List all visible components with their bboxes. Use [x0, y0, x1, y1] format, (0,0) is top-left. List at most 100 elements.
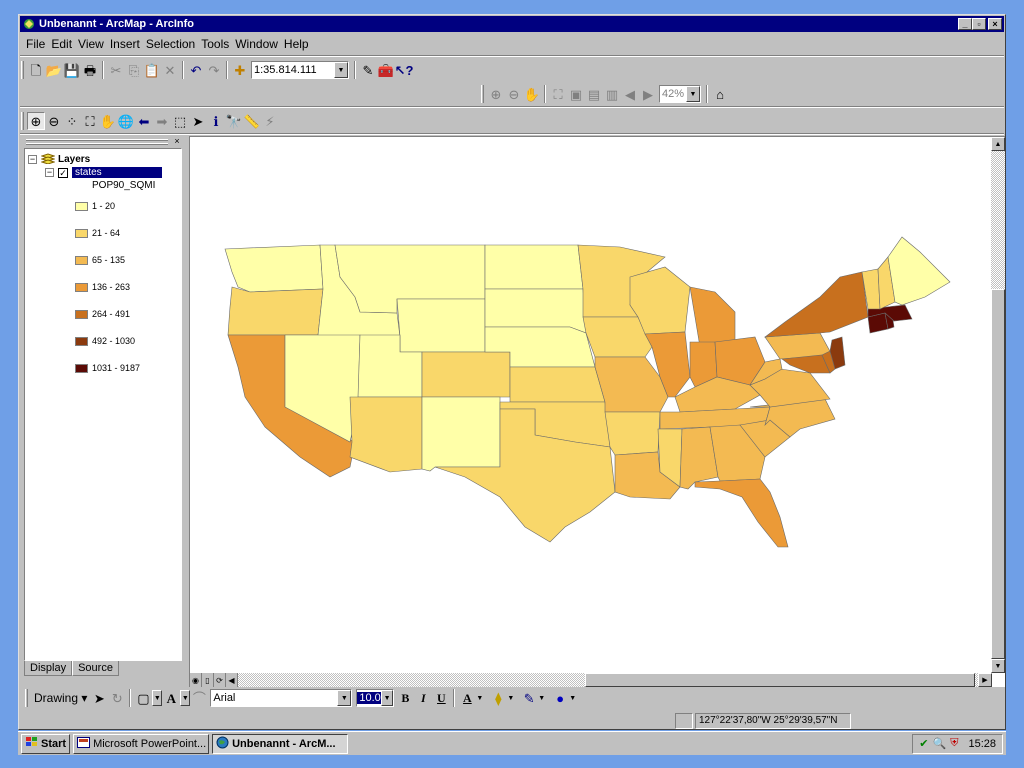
toggle-draft-mode-icon[interactable]: ⌂ — [711, 85, 729, 103]
full-extent-icon[interactable]: 🌐 — [117, 112, 135, 130]
collapse-icon[interactable]: − — [45, 168, 54, 177]
toc-grip[interactable] — [26, 143, 168, 145]
toolbar-grip[interactable] — [481, 85, 484, 103]
vertical-scrollbar[interactable]: ▲ ▼ — [991, 137, 1005, 673]
undo-icon[interactable]: ↶ — [187, 61, 205, 79]
state-kansas[interactable] — [509, 366, 606, 403]
copy-icon[interactable]: ⎘ — [125, 61, 143, 79]
chevron-down-icon[interactable]: ▼ — [538, 695, 545, 702]
title-bar[interactable]: Unbenannt - ArcMap - ArcInfo _ ▫ × — [20, 16, 1004, 32]
menu-edit[interactable]: Edit — [48, 37, 75, 51]
states-layer-row[interactable]: − ✓ states — [45, 166, 162, 179]
chevron-down-icon[interactable]: ▼ — [180, 690, 191, 706]
close-button[interactable]: × — [988, 18, 1002, 30]
states-layer-label[interactable]: states — [72, 167, 162, 178]
collapse-icon[interactable]: − — [28, 155, 37, 164]
delete-icon[interactable]: ✕ — [161, 61, 179, 79]
state-arkansas[interactable] — [604, 411, 661, 456]
state-new-mexico[interactable] — [421, 396, 501, 472]
find-icon[interactable]: 🔭 — [225, 112, 243, 130]
bold-button[interactable]: B — [396, 689, 414, 707]
marker-color-icon[interactable]: ● — [551, 689, 569, 707]
chevron-down-icon[interactable]: ▼ — [686, 86, 700, 102]
edit-vertices-icon[interactable]: ⌒ — [190, 689, 208, 707]
minimize-button[interactable]: _ — [958, 18, 972, 30]
tab-display[interactable]: Display — [24, 661, 73, 676]
chevron-down-icon[interactable]: ▼ — [476, 695, 483, 702]
menu-view[interactable]: View — [75, 37, 107, 51]
paste-icon[interactable]: 📋 — [143, 61, 161, 79]
legend-class-row[interactable]: 136 - 263 — [75, 282, 130, 292]
select-elements-icon[interactable]: ➤ — [90, 689, 108, 707]
state-michigan[interactable] — [689, 286, 736, 348]
line-color-icon[interactable]: ✎ — [520, 689, 538, 707]
legend-swatch[interactable] — [75, 336, 88, 346]
next-extent-icon[interactable]: ▶ — [639, 85, 657, 103]
tray-network-icon[interactable]: ✔ — [919, 737, 928, 750]
menu-help[interactable]: Help — [281, 37, 312, 51]
previous-extent-icon[interactable]: ◀ — [621, 85, 639, 103]
horizontal-scroll-thumb[interactable] — [585, 673, 975, 687]
fixed-zoom-out-icon[interactable]: ⛶ — [81, 112, 99, 130]
data-view-icon[interactable]: ◉ — [190, 673, 202, 687]
editor-toolbar-icon[interactable]: ✎ — [359, 61, 377, 79]
state-maine[interactable] — [887, 236, 951, 306]
legend-swatch[interactable] — [75, 255, 88, 265]
state-south-dakota[interactable] — [484, 288, 587, 334]
vertical-scroll-thumb[interactable] — [991, 289, 1005, 659]
layout-zoom-out-icon[interactable]: ⊖ — [505, 85, 523, 103]
select-elements-icon[interactable]: ➤ — [189, 112, 207, 130]
pause-drawing-icon[interactable]: ◀ — [226, 673, 238, 687]
legend-swatch[interactable] — [75, 201, 88, 211]
fill-color-icon[interactable]: ⧫ — [489, 689, 507, 707]
state-oregon[interactable] — [227, 286, 324, 336]
layer-visibility-checkbox[interactable]: ✓ — [58, 167, 68, 178]
tab-source[interactable]: Source — [72, 661, 119, 676]
legend-class-row[interactable]: 264 - 491 — [75, 309, 130, 319]
pan-icon[interactable]: ✋ — [99, 112, 117, 130]
add-data-icon[interactable]: ✚ — [231, 61, 249, 79]
map-display[interactable]: ▲ ▼ ◉ ▯ ⟳ ◀ ▶ — [189, 136, 1005, 687]
identify-icon[interactable]: ℹ — [207, 112, 225, 130]
map-scale-combo[interactable]: 1:35.814.111 ▼ — [251, 61, 349, 79]
font-name-combo[interactable]: Arial ▼ — [210, 689, 353, 707]
chevron-down-icon[interactable]: ▼ — [334, 62, 348, 78]
font-size-combo[interactable]: 10.0 ▼ — [356, 689, 395, 707]
menu-selection[interactable]: Selection — [143, 37, 198, 51]
legend-class-row[interactable]: 1 - 20 — [75, 201, 115, 211]
zoom-in-icon[interactable]: ⊕ — [27, 112, 45, 130]
maximize-button[interactable]: ▫ — [972, 18, 986, 30]
layers-row[interactable]: − Layers — [28, 152, 90, 166]
print-icon[interactable]: 🖶 — [81, 61, 99, 79]
italic-button[interactable]: I — [414, 689, 432, 707]
forward-extent-icon[interactable]: ➡ — [153, 112, 171, 130]
chevron-down-icon[interactable]: ▼ — [152, 690, 163, 706]
tray-shield-icon[interactable]: ⛨ — [950, 737, 958, 750]
layout-view-icon[interactable]: ▯ — [202, 673, 214, 687]
toolbar-grip[interactable] — [25, 689, 28, 707]
state-wyoming[interactable] — [396, 298, 486, 353]
layout-zoom-combo[interactable]: 42% ▼ — [659, 85, 701, 103]
whats-this-help-icon[interactable]: ↖? — [395, 61, 414, 79]
arctoolbox-icon[interactable]: 🧰 — [377, 61, 395, 79]
taskbar-arcmap[interactable]: Unbenannt - ArcM... — [212, 733, 349, 754]
drawing-menu[interactable]: Drawing ▾ — [31, 691, 90, 705]
menu-file[interactable]: File — [23, 37, 48, 51]
us-states-map[interactable] — [190, 137, 990, 673]
zoom-whole-page-icon[interactable]: ⛶ — [549, 85, 567, 103]
menu-tools[interactable]: Tools — [198, 37, 232, 51]
scroll-down-icon[interactable]: ▼ — [991, 659, 1005, 673]
start-button[interactable]: Start — [21, 733, 71, 754]
save-icon[interactable]: 💾 — [63, 61, 81, 79]
fixed-zoom-out-icon[interactable]: ▥ — [603, 85, 621, 103]
menu-window[interactable]: Window — [232, 37, 281, 51]
hyperlink-icon[interactable]: ⚡ — [261, 112, 279, 130]
select-features-icon[interactable]: ⬚ — [171, 112, 189, 130]
chevron-down-icon[interactable]: ▼ — [337, 690, 352, 706]
toc-close-icon[interactable]: × — [172, 137, 182, 147]
state-new-york[interactable] — [764, 271, 869, 338]
refresh-view-icon[interactable]: ⟳ — [214, 673, 226, 687]
chevron-down-icon[interactable]: ▼ — [380, 690, 394, 706]
new-document-icon[interactable]: 🗋 — [27, 61, 45, 79]
zoom-100-icon[interactable]: ▣ — [567, 85, 585, 103]
